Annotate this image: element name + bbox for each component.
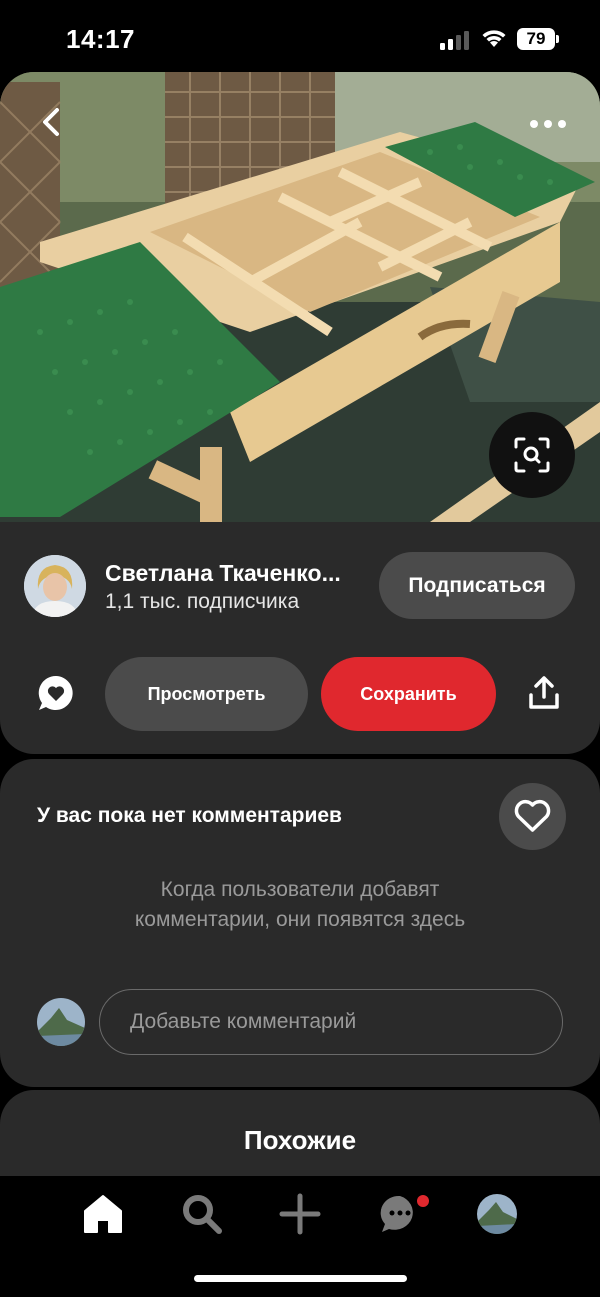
battery-icon: 79 [517,28,559,50]
creator-name[interactable]: Светлана Ткаченко... [105,560,341,587]
subscribe-button[interactable]: Подписаться [379,552,575,619]
pin-card: Светлана Ткаченко... 1,1 тыс. подписчика… [0,72,600,754]
comment-input[interactable] [99,989,563,1055]
bottom-navigation [0,1176,600,1297]
comments-title: У вас пока нет комментариев [37,804,342,827]
visual-search-icon [514,437,550,473]
back-chevron-icon[interactable] [34,104,70,140]
share-icon[interactable] [528,675,560,711]
creator-avatar[interactable] [24,555,86,617]
like-button[interactable] [499,783,566,850]
status-time: 14:17 [66,24,135,54]
visual-search-button[interactable] [489,412,575,498]
wifi-icon [482,30,506,47]
message-notification-dot [417,1195,429,1207]
creator-followers: 1,1 тыс. подписчика [105,590,300,613]
comments-empty-message: Когда пользователи добавят комментарии, … [134,878,466,931]
home-indicator [194,1275,407,1282]
battery-level: 79 [517,28,555,50]
heart-icon [514,799,551,832]
search-icon[interactable] [180,1192,224,1236]
similar-title: Похожие [243,1125,357,1155]
messages-icon[interactable] [378,1192,422,1236]
user-avatar [37,998,85,1046]
creator-row: Светлана Ткаченко... 1,1 тыс. подписчика… [0,542,600,632]
pin-actions: Просмотреть Сохранить [0,654,600,734]
comment-icon[interactable] [37,674,75,712]
view-button[interactable]: Просмотреть [105,657,308,731]
cellular-signal-icon [440,31,469,50]
pin-image[interactable] [0,72,600,522]
home-icon[interactable] [81,1192,125,1236]
profile-avatar[interactable] [477,1194,517,1234]
more-options-icon[interactable] [528,114,568,134]
status-bar: 14:17 79 [0,0,600,72]
save-button[interactable]: Сохранить [321,657,496,731]
comments-section: У вас пока нет комментариев Когда пользо… [0,759,600,1087]
create-icon[interactable] [278,1192,322,1236]
